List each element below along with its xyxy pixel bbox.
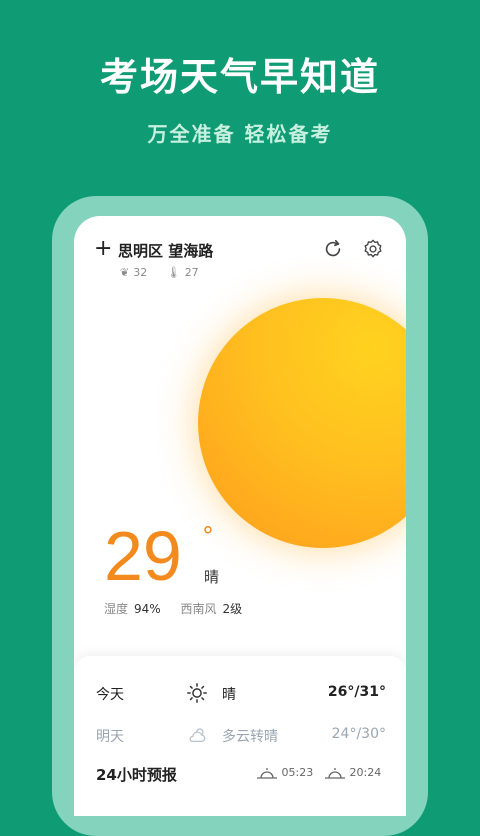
- sunrise-info: 05:23: [256, 766, 313, 779]
- forecast-day: 今天: [96, 687, 124, 703]
- sunset-icon: [325, 768, 345, 779]
- top-bar: + 思明区 望海路: [94, 236, 386, 262]
- sunset-info: 20:24: [324, 766, 381, 779]
- partly-cloudy-icon: [189, 728, 206, 743]
- forecast-card[interactable]: 今天 晴 26°/31° 明天 多云转晴 24°/30° 24小时预报 05:2…: [74, 656, 406, 816]
- promo-headline: 考场天气早知道: [99, 55, 380, 99]
- hourly-forecast-title[interactable]: 24小时预报: [96, 764, 177, 785]
- forecast-condition: 多云转晴: [222, 729, 278, 745]
- feels-like-value: 27: [184, 266, 199, 279]
- refresh-icon[interactable]: [322, 238, 344, 260]
- forecast-day: 明天: [96, 729, 124, 745]
- sunset-time: 20:24: [349, 766, 382, 779]
- degree-symbol: °: [202, 522, 214, 550]
- humidity-label: 湿度: [104, 602, 129, 616]
- sunrise-icon: [257, 768, 277, 779]
- sub-info: ❦ 32 🌡︎ 27: [120, 266, 215, 279]
- forecast-row-today[interactable]: 今天 晴 26°/31°: [96, 682, 386, 706]
- promo-subline: 万全准备 轻松备考: [147, 122, 333, 146]
- forecast-range: 24°/30°: [331, 726, 386, 742]
- thermometer-icon: 🌡︎: [166, 266, 181, 279]
- current-condition: 晴: [204, 568, 220, 586]
- forecast-row-tomorrow[interactable]: 明天 多云转晴 24°/30°: [96, 724, 386, 748]
- forecast-range: 26°/31°: [327, 684, 386, 700]
- sunrise-time: 05:23: [281, 766, 314, 779]
- plus-icon[interactable]: +: [94, 236, 112, 261]
- leaf-icon: ❦: [120, 266, 130, 279]
- phone-screen: + 思明区 望海路 ❦ 32 🌡︎ 27 29 ° 晴 湿度 94% 西南风 2级 今天: [74, 216, 406, 816]
- humidity-value: 94%: [134, 602, 161, 616]
- sun-icon: [187, 683, 207, 703]
- wind-label: 西南风: [180, 602, 217, 616]
- current-details: 湿度 94% 西南风 2级: [104, 600, 258, 617]
- wind-value: 2级: [222, 602, 243, 616]
- current-temperature: 29: [104, 517, 182, 595]
- forecast-condition: 晴: [222, 687, 236, 703]
- gear-icon[interactable]: [362, 238, 384, 260]
- sun-graphic: [198, 298, 406, 548]
- aqi-value: 32: [133, 266, 148, 279]
- location-label[interactable]: 思明区 望海路: [118, 240, 213, 261]
